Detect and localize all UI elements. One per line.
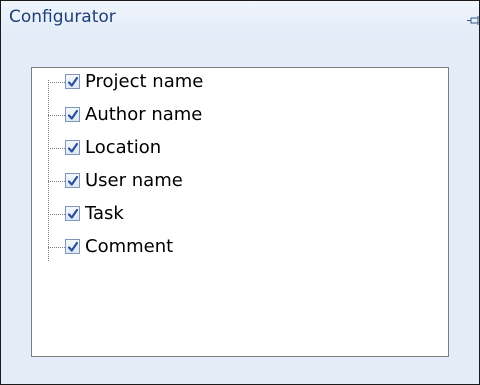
tree-branch-line bbox=[48, 181, 65, 182]
checkbox[interactable] bbox=[65, 107, 80, 122]
checkbox[interactable] bbox=[65, 173, 80, 188]
checkbox[interactable] bbox=[65, 74, 80, 89]
tree-branch-line bbox=[48, 115, 65, 116]
tree-item-label: Author name bbox=[85, 104, 203, 125]
tree-item-project-name[interactable]: Project name bbox=[48, 69, 348, 97]
checkmark-icon bbox=[67, 208, 79, 219]
tree-item-label: Location bbox=[85, 137, 162, 158]
tree-item-location[interactable]: Location bbox=[48, 135, 348, 163]
checkmark-icon bbox=[67, 175, 79, 186]
tree-item-user-name[interactable]: User name bbox=[48, 168, 348, 196]
tree-item-comment[interactable]: Comment bbox=[48, 234, 348, 262]
tree-branch-line bbox=[48, 148, 65, 149]
tree-item-label: Comment bbox=[85, 236, 174, 257]
checkbox[interactable] bbox=[65, 206, 80, 221]
tree-branch-line bbox=[48, 214, 65, 215]
checkbox[interactable] bbox=[65, 140, 80, 155]
checkmark-icon bbox=[67, 109, 79, 120]
checkbox[interactable] bbox=[65, 239, 80, 254]
tree-branch-line bbox=[48, 82, 65, 83]
tree-item-label: User name bbox=[85, 170, 183, 191]
tree-item-label: Project name bbox=[85, 71, 204, 92]
tree-branch-line bbox=[48, 247, 65, 248]
pin-icon[interactable] bbox=[467, 12, 480, 25]
panel-header: Configurator bbox=[1, 1, 479, 37]
tree-item-task[interactable]: Task bbox=[48, 201, 348, 229]
checkmark-icon bbox=[67, 76, 79, 87]
tree-item-label: Task bbox=[85, 203, 124, 224]
checkmark-icon bbox=[67, 142, 79, 153]
checkmark-icon bbox=[67, 241, 79, 252]
tree-item-author-name[interactable]: Author name bbox=[48, 102, 348, 130]
panel-title: Configurator bbox=[9, 7, 116, 27]
